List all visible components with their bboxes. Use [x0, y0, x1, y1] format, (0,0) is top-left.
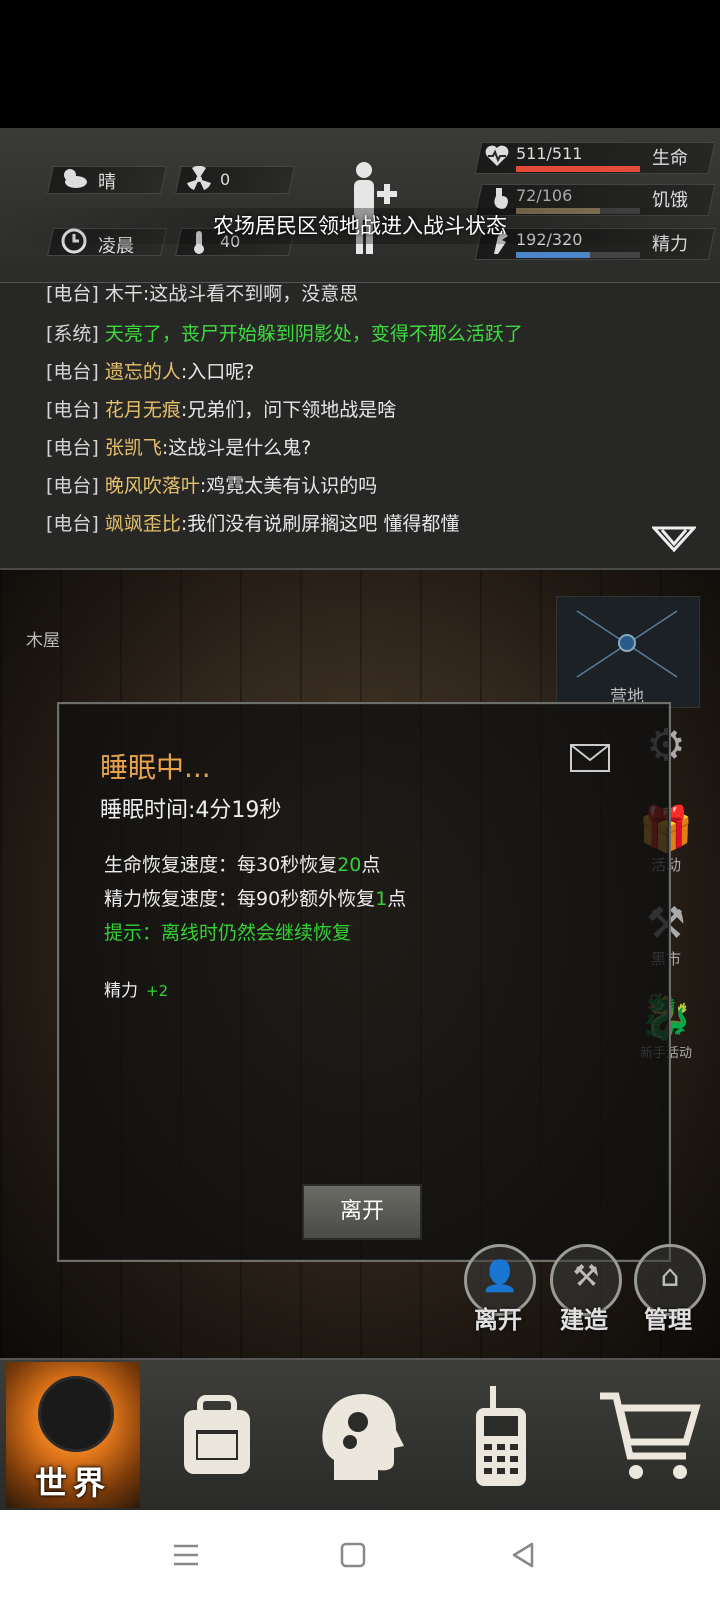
hammer-icon: ⚒	[572, 1259, 600, 1294]
dialog-title: 睡眠中...	[100, 751, 211, 784]
system-nav-bar	[0, 1510, 720, 1600]
tab-world-label: 世界	[34, 1464, 111, 1502]
skills-head-icon[interactable]	[304, 1380, 414, 1490]
chat-line: [电台] 张凯飞:这战斗是什么鬼?	[46, 437, 312, 459]
leave-dialog-button[interactable]: 离开	[302, 1184, 422, 1240]
heart-icon	[484, 144, 510, 172]
chat-line: [电台] 晚风吹落叶:鸡霓太美有认识的吗	[46, 475, 378, 497]
chat-line-partial: [电台] 木干:这战斗看不到啊，没意思	[46, 283, 359, 305]
health-label: 生命	[652, 148, 688, 169]
chat-panel[interactable]: [电台] 木干:这战斗看不到啊，没意思 [系统] 天亮了，丧尸开始躲到阴影处，变…	[0, 283, 720, 570]
hunger-value: 72/106	[516, 186, 573, 205]
energy-bar	[516, 252, 640, 258]
energy-bonus: 精力 +2	[104, 981, 169, 1001]
radiation-icon	[186, 165, 212, 196]
location-label: 木屋	[26, 631, 60, 651]
sleep-time: 睡眠时间:4分19秒	[100, 798, 282, 823]
chat-line: [电台] 遗忘的人:入口呢?	[46, 361, 255, 383]
chat-line: [系统] 天亮了，丧尸开始躲到阴影处，变得不那么活跃了	[46, 323, 523, 345]
radiation-value: 0	[220, 170, 231, 189]
menu-nav-icon[interactable]	[172, 1542, 200, 1572]
health-bar	[516, 166, 640, 172]
hud-panel: 晴 0 凌晨 40 511/511 生命 72/106 饥饿 192/320 精…	[0, 128, 720, 284]
home-nav-icon[interactable]	[340, 1542, 366, 1572]
chat-line: [电台] 飒飒歪比:我们没有说刷屏搁这吧 懂得都懂	[46, 513, 460, 535]
person-exit-icon: 👤	[481, 1259, 519, 1294]
leave-action-label: 离开	[474, 1306, 522, 1334]
status-bar	[0, 0, 720, 128]
build-label: 建造	[560, 1306, 608, 1334]
chat-line: [电台] 花月无痕:兄弟们，问下领地战是啥	[46, 399, 397, 421]
weather-label: 晴	[98, 172, 116, 193]
offline-tip: 提示：离线时仍然会继续恢复	[104, 922, 352, 944]
cart-icon[interactable]	[596, 1380, 706, 1490]
battle-banner: 农场居民区领地战进入战斗状态	[0, 208, 720, 244]
chevron-down-icon[interactable]	[650, 526, 698, 554]
cloud-sun-icon	[60, 166, 88, 194]
back-nav-icon[interactable]	[510, 1542, 536, 1572]
mail-icon[interactable]	[570, 744, 610, 772]
house-gear-icon: ⌂	[660, 1259, 680, 1294]
manage-label: 管理	[644, 1306, 692, 1334]
globe-icon	[38, 1376, 114, 1452]
health-value: 511/511	[516, 144, 583, 163]
energy-recovery-line: 精力恢复速度：每90秒额外恢复1点	[104, 888, 407, 910]
hp-recovery-line: 生命恢复速度：每30秒恢复20点	[104, 854, 381, 876]
backpack-icon[interactable]	[162, 1380, 272, 1490]
radio-icon[interactable]	[446, 1380, 556, 1490]
